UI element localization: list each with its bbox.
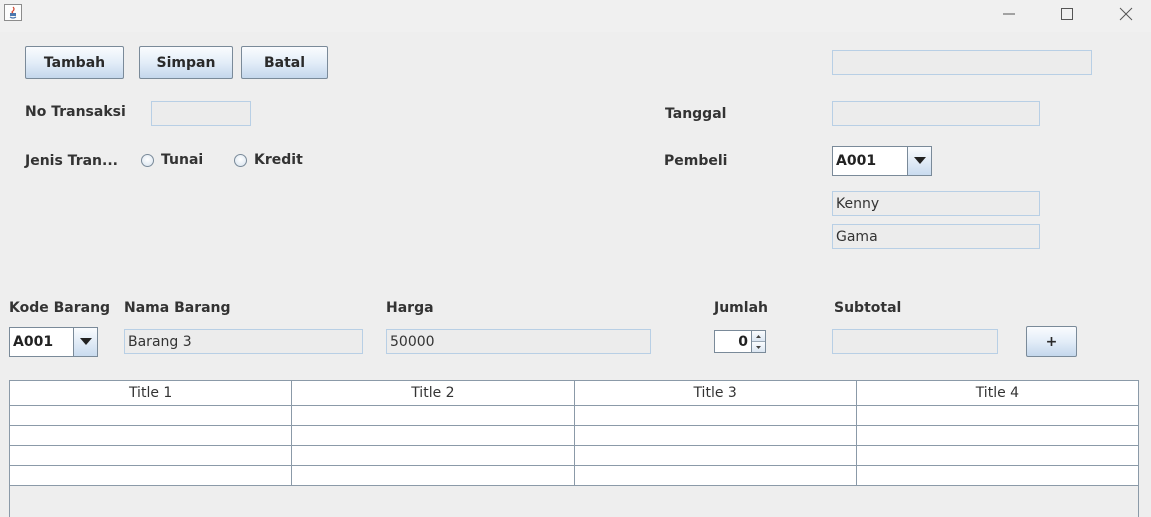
table-cell[interactable]	[10, 406, 293, 425]
pembeli-alamat-field[interactable]: Gama	[832, 224, 1040, 249]
table-row[interactable]	[10, 446, 1138, 466]
pembeli-selected: A001	[836, 153, 877, 169]
radio-kredit[interactable]: Kredit	[234, 152, 303, 168]
table-row[interactable]	[10, 466, 1138, 486]
harga-field[interactable]: 50000	[386, 329, 651, 354]
maximize-button[interactable]	[1044, 0, 1090, 28]
java-icon	[4, 4, 22, 21]
radio-circle[interactable]	[234, 153, 247, 167]
tambah-button[interactable]: Tambah	[25, 46, 124, 79]
title-bar	[0, 0, 1151, 32]
table-header-cell[interactable]: Title 1	[10, 381, 293, 405]
maximize-icon	[1061, 8, 1073, 20]
table-header-cell[interactable]: Title 3	[575, 381, 857, 405]
nama-barang-label: Nama Barang	[124, 300, 231, 316]
spinner-up-icon[interactable]	[752, 331, 765, 342]
radio-tunai[interactable]: Tunai	[141, 152, 203, 168]
radio-kredit-label: Kredit	[254, 152, 303, 168]
jenis-transaksi-label: Jenis Tran...	[25, 153, 118, 169]
kode-barang-label: Kode Barang	[9, 300, 111, 316]
table-header-cell[interactable]: Title 4	[857, 381, 1138, 405]
table-cell[interactable]	[10, 466, 293, 485]
nama-barang-field[interactable]: Barang 3	[124, 329, 363, 354]
jumlah-value[interactable]: 0	[715, 331, 751, 352]
no-transaksi-label: No Transaksi	[25, 104, 126, 120]
table-cell[interactable]	[292, 406, 575, 425]
pembeli-label: Pembeli	[664, 153, 728, 169]
kode-barang-combo[interactable]: A001	[9, 327, 98, 357]
table-cell[interactable]	[575, 426, 857, 445]
minimize-icon	[1003, 13, 1015, 15]
pembeli-nama-field[interactable]: Kenny	[832, 191, 1040, 216]
table-cell[interactable]	[292, 466, 575, 485]
jumlah-label: Jumlah	[714, 300, 768, 316]
batal-button[interactable]: Batal	[241, 46, 328, 79]
no-transaksi-field[interactable]	[151, 101, 251, 126]
table-cell[interactable]	[857, 406, 1138, 425]
close-button[interactable]	[1103, 0, 1149, 28]
table-cell[interactable]	[292, 426, 575, 445]
table-cell[interactable]	[575, 406, 857, 425]
add-item-button[interactable]: +	[1026, 326, 1077, 357]
table-cell[interactable]	[10, 426, 293, 445]
kode-barang-selected: A001	[13, 334, 54, 350]
spinner-buttons	[751, 331, 765, 352]
simpan-button[interactable]: Simpan	[139, 46, 233, 79]
table-row[interactable]	[10, 426, 1138, 446]
chevron-down-icon[interactable]	[907, 147, 931, 175]
table-cell[interactable]	[292, 446, 575, 465]
subtotal-field[interactable]	[832, 329, 998, 354]
table-cell[interactable]	[857, 466, 1138, 485]
subtotal-label: Subtotal	[834, 300, 902, 316]
radio-circle[interactable]	[141, 153, 154, 167]
harga-label: Harga	[386, 300, 434, 316]
table-cell[interactable]	[10, 446, 293, 465]
top-field[interactable]	[832, 50, 1092, 75]
table-header: Title 1 Title 2 Title 3 Title 4	[10, 381, 1138, 406]
minimize-button[interactable]	[986, 0, 1032, 28]
tanggal-label: Tanggal	[665, 106, 727, 122]
jumlah-spinner[interactable]: 0	[714, 330, 766, 353]
spinner-down-icon[interactable]	[752, 342, 765, 352]
table-cell[interactable]	[857, 446, 1138, 465]
chevron-down-icon[interactable]	[73, 328, 97, 356]
items-table: Title 1 Title 2 Title 3 Title 4	[9, 380, 1139, 517]
table-cell[interactable]	[575, 446, 857, 465]
table-cell[interactable]	[857, 426, 1138, 445]
table-row[interactable]	[10, 406, 1138, 426]
close-icon	[1119, 7, 1133, 21]
table-header-cell[interactable]: Title 2	[292, 381, 575, 405]
table-cell[interactable]	[575, 466, 857, 485]
pembeli-combo[interactable]: A001	[832, 146, 932, 176]
tanggal-field[interactable]	[832, 101, 1040, 126]
radio-tunai-label: Tunai	[161, 152, 204, 168]
